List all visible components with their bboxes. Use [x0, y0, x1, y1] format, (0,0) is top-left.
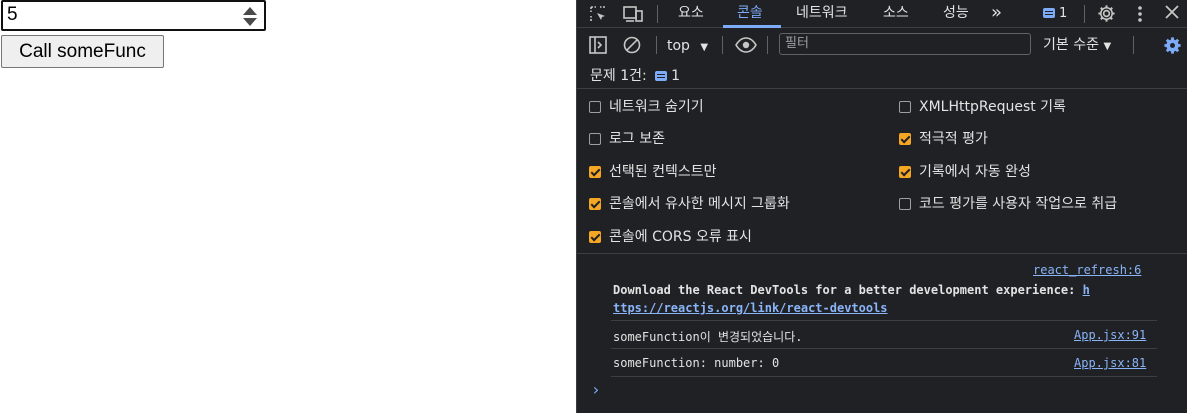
setting-treat-eval-as-user-action[interactable]: 코드 평가를 사용자 작업으로 취급 — [899, 196, 1117, 212]
console-message: Download the React DevTools for a better… — [613, 281, 1159, 317]
setting-label: 코드 평가를 사용자 작업으로 취급 — [919, 196, 1118, 212]
message-source-link[interactable]: react_refresh:6 — [1033, 263, 1141, 277]
sidebar-toggle-icon[interactable] — [589, 36, 607, 57]
checkbox[interactable] — [589, 101, 601, 113]
setting-label: 네트워크 숨기기 — [609, 99, 704, 115]
setting-selected-context-only[interactable]: 선택된 컨텍스트만 — [589, 164, 717, 180]
checkbox[interactable] — [899, 101, 911, 113]
setting-label: 기록에서 자동 완성 — [919, 164, 1031, 180]
issues-label: 문제 1건: — [590, 68, 647, 84]
gear-icon[interactable] — [1097, 4, 1116, 26]
message-source-link[interactable]: App.jsx:81 — [1074, 356, 1146, 370]
context-selector[interactable]: top ▼ — [667, 38, 708, 56]
message-divider — [611, 320, 1157, 321]
device-toolbar-icon[interactable] — [623, 5, 643, 26]
issues-badge-count: 1 — [1059, 6, 1068, 21]
message-icon — [655, 71, 668, 81]
toolbar-separator-2 — [722, 36, 723, 54]
call-somefunc-button[interactable]: Call someFunc — [1, 35, 164, 68]
devtools-tabbar: 요소 콘솔 네트워크 소스 성능 » 1 — [577, 0, 1187, 28]
console-message: someFunction이 변경되었습니다. — [613, 330, 803, 344]
inspect-element-icon[interactable] — [589, 5, 607, 26]
checkbox-checked[interactable] — [899, 166, 911, 178]
number-input-value[interactable]: 5 — [7, 4, 18, 26]
issues-summary[interactable]: 문제 1건: 1 — [590, 65, 680, 85]
console-settings-panel: 네트워크 숨기기 로그 보존 선택된 컨텍스트만 콘솔에서 유사한 메시지 그룹… — [577, 88, 1187, 254]
chevron-down-icon: ▼ — [700, 42, 709, 53]
tab-performance[interactable]: 성능 — [943, 0, 969, 28]
toolbar-separator — [656, 36, 657, 54]
setting-label: 로그 보존 — [609, 131, 665, 147]
checkbox[interactable] — [899, 198, 911, 210]
setting-autocomplete-history[interactable]: 기록에서 자동 완성 — [899, 164, 1031, 180]
tabbar-separator-2 — [1084, 5, 1085, 23]
close-icon[interactable] — [1165, 5, 1179, 22]
checkbox-checked[interactable] — [589, 231, 601, 243]
more-tabs-icon[interactable]: » — [991, 0, 1002, 28]
chevron-down-icon: ▼ — [1103, 41, 1112, 52]
more-options-icon[interactable] — [1137, 5, 1143, 26]
setting-label: 콘솔에 CORS 오류 표시 — [609, 229, 752, 245]
context-label: top — [667, 38, 690, 54]
setting-eager-evaluation[interactable]: 적극적 평가 — [899, 131, 988, 147]
setting-hide-network[interactable]: 네트워크 숨기기 — [589, 99, 704, 115]
tabbar-separator — [657, 5, 658, 23]
spinner-up-icon[interactable] — [243, 7, 257, 15]
console-settings-gear-icon[interactable] — [1163, 36, 1182, 58]
log-level-dropdown[interactable]: 기본 수준 ▼ — [1043, 37, 1111, 55]
tab-sources[interactable]: 소스 — [883, 0, 909, 28]
setting-label: 선택된 컨텍스트만 — [609, 164, 717, 180]
message-icon — [1043, 8, 1055, 18]
number-spinner[interactable] — [243, 6, 257, 28]
devtools-link[interactable]: h — [1083, 283, 1090, 297]
checkbox[interactable] — [589, 133, 601, 145]
setting-preserve-log[interactable]: 로그 보존 — [589, 131, 665, 147]
message-divider — [611, 348, 1157, 349]
console-output: react_refresh:6 Download the React DevTo… — [577, 255, 1187, 413]
app-page: 5 Call someFunc — [0, 0, 576, 413]
active-tab-indicator — [723, 25, 781, 28]
checkbox-checked[interactable] — [899, 133, 911, 145]
setting-label: XMLHttpRequest 기록 — [919, 99, 1066, 115]
checkbox-checked[interactable] — [589, 166, 601, 178]
issues-badge[interactable]: 1 — [1043, 4, 1067, 24]
tab-console[interactable]: 콘솔 — [737, 0, 763, 28]
live-expression-eye-icon[interactable] — [735, 36, 757, 57]
tab-network[interactable]: 네트워크 — [796, 0, 848, 28]
devtools-link[interactable]: ttps://reactjs.org/link/react-devtools — [613, 301, 888, 315]
spinner-down-icon[interactable] — [243, 18, 257, 26]
issues-count: 1 — [671, 68, 681, 84]
console-prompt-icon[interactable]: › — [591, 380, 601, 399]
toolbar-separator-3 — [767, 36, 768, 54]
clear-console-icon[interactable] — [623, 36, 641, 57]
checkbox-checked[interactable] — [589, 198, 601, 210]
filter-input[interactable]: 필터 — [779, 33, 1031, 55]
setting-label: 콘솔에서 유사한 메시지 그룹화 — [609, 196, 790, 212]
setting-group-similar[interactable]: 콘솔에서 유사한 메시지 그룹화 — [589, 196, 790, 212]
setting-show-cors-errors[interactable]: 콘솔에 CORS 오류 표시 — [589, 229, 752, 245]
message-text: Download the React DevTools for a better… — [613, 283, 1083, 297]
message-divider — [611, 376, 1157, 377]
log-level-label: 기본 수준 — [1043, 37, 1099, 53]
setting-log-xhr[interactable]: XMLHttpRequest 기록 — [899, 99, 1066, 115]
devtools-panel: 요소 콘솔 네트워크 소스 성능 » 1 top ▼ 필터 기본 수준 ▼ 문제… — [576, 0, 1187, 413]
number-input[interactable]: 5 — [1, 0, 266, 31]
message-source-link[interactable]: App.jsx:91 — [1074, 328, 1146, 342]
console-message: someFunction: number: 0 — [613, 356, 780, 370]
toolbar-separator-4 — [1133, 36, 1134, 54]
tab-elements[interactable]: 요소 — [678, 0, 704, 28]
setting-label: 적극적 평가 — [919, 131, 988, 147]
